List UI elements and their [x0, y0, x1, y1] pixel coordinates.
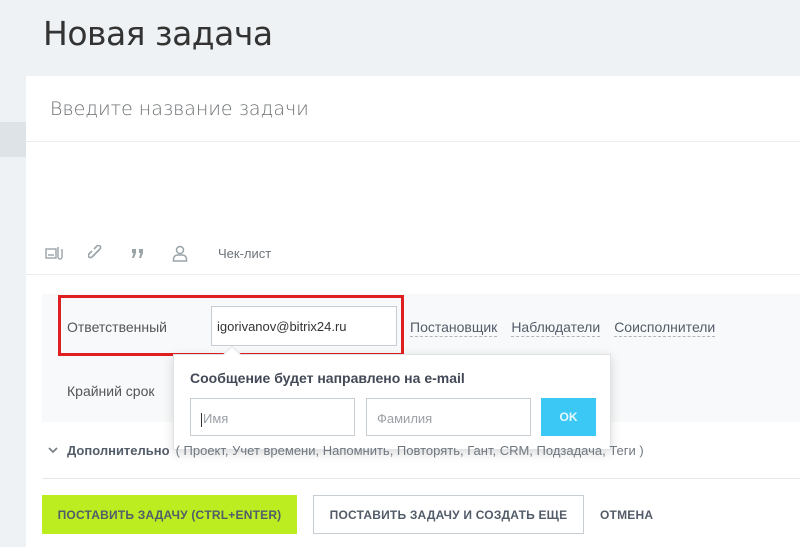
popup-title: Сообщение будет направлено на e-mail — [190, 370, 465, 386]
user-mention-icon[interactable] — [170, 244, 190, 262]
page-title: Новая задача — [43, 14, 273, 53]
submit-and-create-more-button[interactable]: ПОСТАВИТЬ ЗАДАЧУ И СОЗДАТЬ ЕЩЕ — [313, 495, 584, 534]
submit-task-button[interactable]: ПОСТАВИТЬ ЗАДАЧУ (CTRL+ENTER) — [42, 495, 297, 534]
first-name-input[interactable]: Имя — [190, 398, 355, 436]
last-name-placeholder: Фамилия — [377, 411, 433, 426]
coexecutors-link[interactable]: Соисполнители — [614, 319, 716, 337]
editor-toolbar: Чек-лист — [44, 242, 271, 264]
additional-section-toggle[interactable]: Дополнительно ( Проект, Учет времени, На… — [48, 443, 644, 458]
additional-title: Дополнительно — [67, 443, 170, 458]
quote-icon[interactable] — [128, 244, 148, 262]
email-invite-popup: Сообщение будет направлено на e-mail Имя… — [173, 345, 611, 450]
link-icon[interactable] — [86, 244, 106, 262]
checklist-button[interactable]: Чек-лист — [218, 246, 271, 261]
divider — [42, 478, 800, 479]
divider — [26, 141, 800, 142]
observers-link[interactable]: Наблюдатели — [511, 319, 601, 337]
chevron-down-icon — [48, 447, 58, 454]
additional-items: ( Проект, Учет времени, Напомнить, Повто… — [175, 443, 644, 458]
divider — [26, 274, 800, 275]
deadline-label: Крайний срок — [67, 383, 155, 399]
left-sidebar-active-item[interactable] — [0, 122, 26, 157]
last-name-input[interactable]: Фамилия — [366, 398, 531, 436]
responsible-email-input[interactable]: igorivanov@bitrix24.ru — [211, 306, 397, 346]
first-name-placeholder: Имя — [203, 411, 229, 426]
cancel-button[interactable]: ОТМЕНА — [600, 508, 653, 522]
role-links: Постановщик Наблюдатели Соисполнители — [410, 319, 716, 337]
creator-link[interactable]: Постановщик — [410, 319, 498, 337]
ok-button[interactable]: OK — [541, 398, 596, 436]
text-caret — [201, 412, 202, 427]
task-title-input[interactable]: Введите название задачи — [50, 98, 309, 120]
file-upload-icon[interactable] — [44, 244, 64, 262]
